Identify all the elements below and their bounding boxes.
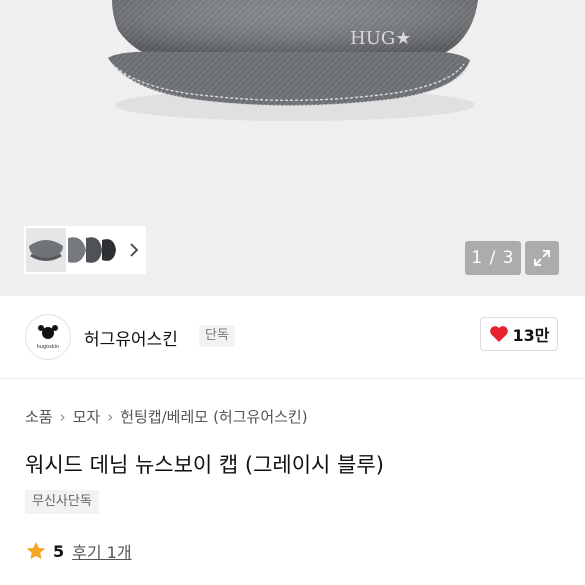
- rating-score: 5: [53, 541, 65, 561]
- chevron-right-icon: ›: [59, 407, 66, 426]
- product-title: 워시드 데님 뉴스보이 캡 (그레이시 블루): [25, 453, 384, 477]
- like-count: 13만: [512, 326, 550, 345]
- heart-icon: [489, 326, 508, 342]
- brand-name[interactable]: 허그유어스킨: [84, 325, 178, 350]
- chevron-right-icon: [130, 243, 139, 257]
- next-thumbnail-button[interactable]: [122, 226, 146, 274]
- breadcrumb-item-hunting-cap[interactable]: 헌팅캡/베레모: [120, 406, 208, 427]
- expand-button[interactable]: [525, 241, 559, 275]
- star-icon: [26, 541, 46, 560]
- expand-icon: [534, 250, 550, 266]
- review-link[interactable]: 후기 1개: [72, 539, 131, 563]
- breadcrumb: 소품 › 모자 › 헌팅캡/베레모 (허그유어스킨): [25, 406, 308, 427]
- brand-row: hugoskin 허그유어스킨 단독 13만: [0, 296, 585, 379]
- like-button[interactable]: 13만: [480, 317, 558, 351]
- chevron-right-icon: ›: [107, 407, 114, 426]
- brand-logo-text: hugoskin: [37, 344, 60, 350]
- image-counter: 1 / 3: [465, 241, 521, 275]
- rating-row: 5 후기 1개: [25, 539, 132, 563]
- thumbnail-2[interactable]: [68, 226, 122, 274]
- thumbnail-1[interactable]: [24, 226, 68, 274]
- breadcrumb-item-accessories[interactable]: 소품: [25, 406, 53, 427]
- breadcrumb-item-brand[interactable]: (허그유어스킨): [213, 406, 308, 427]
- exclusive-tag: 단독: [199, 325, 235, 347]
- exclusive-badge: 무신사단독: [25, 490, 99, 514]
- thumbnail-strip: [24, 226, 146, 274]
- logo-text: HUG★: [350, 28, 411, 49]
- product-gallery: HUG★ 1 / 3: [0, 0, 585, 296]
- brand-logo[interactable]: hugoskin: [25, 314, 71, 360]
- breadcrumb-item-hats[interactable]: 모자: [73, 406, 101, 427]
